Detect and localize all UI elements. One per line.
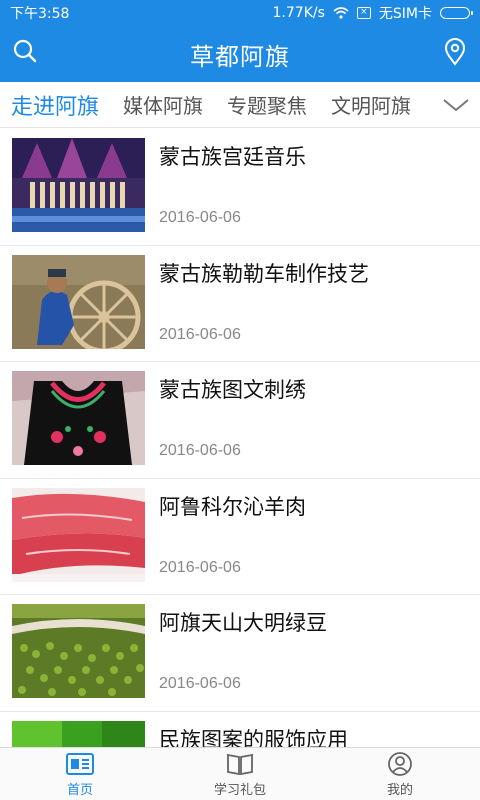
- tab-meiti-aqi[interactable]: 媒体阿旗: [111, 90, 215, 119]
- status-time: 下午3:58: [10, 6, 70, 22]
- news-date: 2016-06-06: [159, 558, 241, 576]
- chevron-down-icon: [443, 99, 469, 112]
- nav-study-pack-label: 学习礼包: [213, 782, 266, 798]
- sim-status: 无SIM卡: [378, 6, 432, 22]
- list-item[interactable]: 阿鲁科尔沁羊肉 2016-06-06: [0, 479, 480, 595]
- news-thumbnail: [12, 720, 145, 747]
- tabs-expand-button[interactable]: [432, 82, 480, 127]
- search-icon[interactable]: [12, 38, 38, 66]
- news-thumbnail: [12, 604, 145, 698]
- status-bar: 下午3:58 1.77K/s × 无SIM卡: [0, 0, 480, 26]
- status-indicators: 1.77K/s × 无SIM卡: [272, 3, 473, 23]
- nav-mine-label: 我的: [386, 782, 413, 798]
- list-item[interactable]: 蒙古族宫廷音乐 2016-06-06: [0, 129, 480, 246]
- nav-study-pack[interactable]: 学习礼包: [160, 748, 320, 800]
- app-header: 草都阿旗: [0, 26, 480, 82]
- list-item[interactable]: 蒙古族勒勒车制作技艺 2016-06-06: [0, 246, 480, 362]
- news-title: 蒙古族图文刺绣: [159, 378, 306, 402]
- list-item[interactable]: 阿旗天山大明绿豆 2016-06-06: [0, 595, 480, 712]
- tab-zhuanti-jujiao[interactable]: 专题聚焦: [215, 90, 319, 119]
- news-title: 蒙古族宫廷音乐: [159, 145, 306, 169]
- news-date: 2016-06-06: [159, 675, 241, 692]
- news-thumbnail: [12, 138, 145, 232]
- sim-icon: ×: [356, 7, 371, 19]
- nav-home[interactable]: 首页: [0, 748, 160, 800]
- location-pin-icon[interactable]: [442, 38, 468, 66]
- news-thumbnail: [12, 254, 145, 349]
- wifi-icon: [333, 7, 349, 19]
- news-thumbnail: [12, 487, 145, 582]
- news-date: 2016-06-06: [159, 325, 241, 343]
- tab-wenming-aqi[interactable]: 文明阿旗: [319, 90, 423, 119]
- news-home-icon: [66, 752, 94, 775]
- news-title: 蒙古族勒勒车制作技艺: [159, 261, 369, 286]
- news-title: 民族图案的服饰应用: [159, 727, 348, 748]
- news-title: 阿旗天山大明绿豆: [159, 611, 327, 635]
- book-icon: [227, 753, 253, 775]
- tab-zoujin-aqi[interactable]: 走进阿旗: [0, 89, 111, 121]
- battery-icon: [440, 7, 473, 19]
- list-item[interactable]: 蒙古族图文刺绣 2016-06-06: [0, 362, 480, 479]
- news-list: 蒙古族宫廷音乐 2016-06-06 蒙古族勒勒车制作技艺 2016-06-06: [0, 129, 480, 747]
- page-title: 草都阿旗: [190, 42, 290, 71]
- news-date: 2016-06-06: [159, 209, 241, 226]
- user-icon: [388, 751, 412, 776]
- news-thumbnail: [12, 371, 145, 465]
- category-tabs: 走进阿旗 媒体阿旗 专题聚焦 文明阿旗: [0, 82, 480, 128]
- nav-mine[interactable]: 我的: [320, 748, 480, 800]
- list-item[interactable]: 民族图案的服饰应用: [0, 712, 480, 748]
- network-speed: 1.77K/s: [272, 5, 325, 21]
- news-date: 2016-06-06: [159, 442, 241, 459]
- news-title: 阿鲁科尔沁羊肉: [159, 494, 306, 519]
- bottom-navigation: 首页 学习礼包 我的: [0, 747, 480, 800]
- nav-home-label: 首页: [66, 782, 93, 798]
